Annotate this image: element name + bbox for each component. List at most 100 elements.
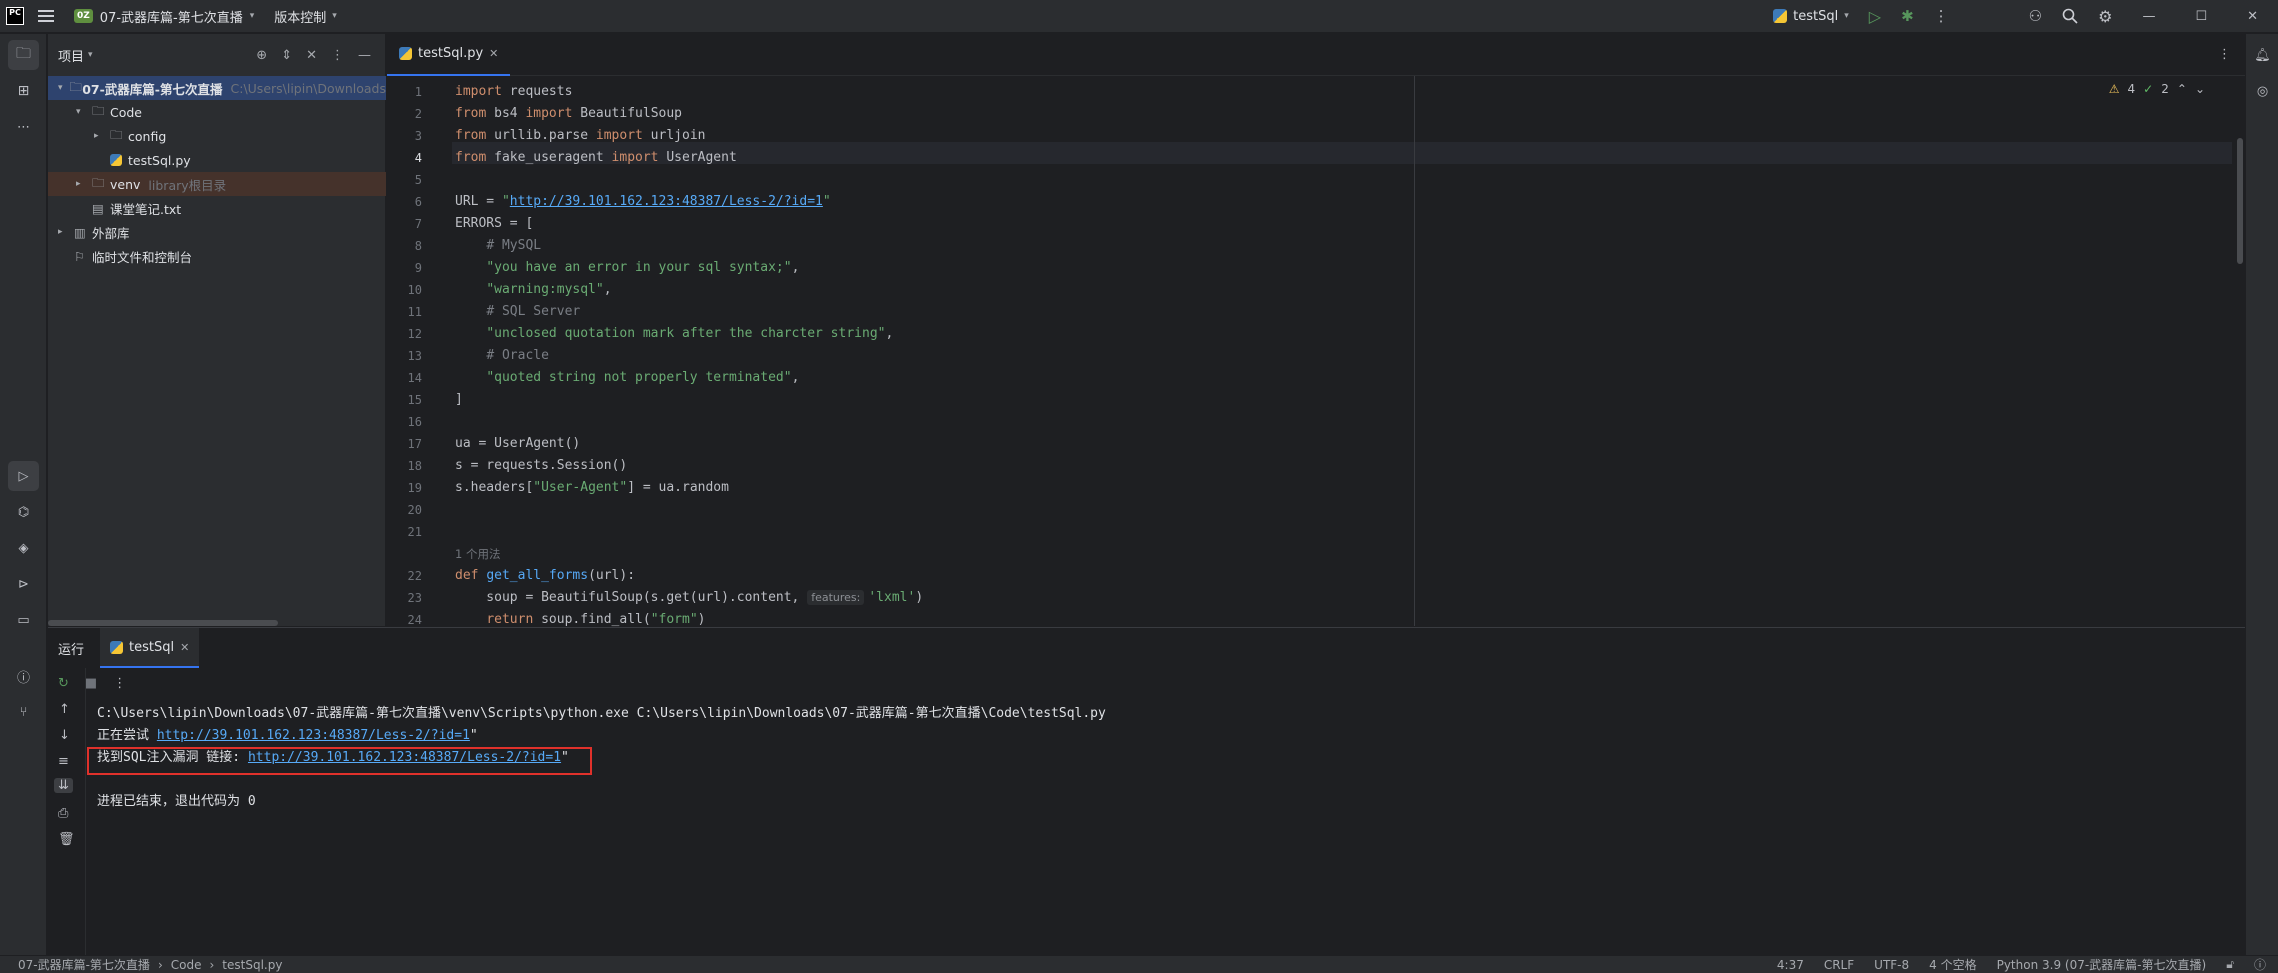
scroll-to-end-icon[interactable]: ⇊ [54,778,73,793]
notifications-button[interactable]: 🔔︎ [2247,40,2278,70]
lib-icon: ▥ [74,224,86,240]
close-tab-icon[interactable]: ✕ [180,641,189,654]
chevron-icon[interactable]: ▸ [94,131,110,141]
run-icon: ▷ [18,468,29,484]
locate-icon[interactable]: ⊕ [256,48,267,63]
ai-assistant-button[interactable]: ◎ [2247,76,2278,106]
usage-hint[interactable]: 1 个用法 [455,543,500,565]
more-tools-button[interactable]: ⋯ [8,112,39,142]
python-interpreter[interactable]: Python 3.9 (07-武器库篇-第七次直播) [1997,956,2207,973]
vcs-menu[interactable]: 版本控制 ▾ [264,0,347,33]
breadcrumb-separator-icon: › [209,957,215,972]
run-tab-testsql[interactable]: testSql ✕ [100,628,200,668]
breadcrumb-item[interactable]: testSql.py [222,958,282,972]
git-tool-button[interactable]: ⑂ [8,697,39,727]
horizontal-scrollbar[interactable] [48,620,278,626]
left-tool-strip: 🗀 ⊞ ⋯ ▷ ⌬ ◈ ⊳ ▭ ⓘ ⑂ [0,34,47,955]
console-link[interactable]: http://39.101.162.123:48387/Less-2/?id=1 [157,728,470,743]
tree-item[interactable]: ▸ ▥ 外部库 [48,220,386,244]
code-token: "warning:mysql" [486,282,604,297]
close-tab-icon[interactable]: ✕ [489,47,498,60]
search-button[interactable] [2052,0,2088,33]
more-actions-button[interactable]: ⋮ [1924,0,1959,33]
tree-item[interactable]: ▸ 🗀 config [48,124,386,148]
project-switcher[interactable]: 0Z 07-武器库篇-第七次直播 ▾ [64,0,264,33]
tree-item[interactable]: ▸ 🗀 venv library根目录 [48,172,386,196]
chevron-icon[interactable]: ▸ [76,179,92,189]
stop-icon[interactable]: ■ [85,676,97,691]
code-token: "you have an error in your sql syntax;" [486,260,792,275]
project-tool-button[interactable]: 🗀 [8,40,39,70]
indent-setting[interactable]: 4 个空格 [1929,956,1976,973]
chevron-icon[interactable]: ▸ [58,227,74,237]
problems-tool-button[interactable]: ⓘ [8,661,39,691]
caret-position[interactable]: 4:37 [1777,958,1804,972]
main-menu-button[interactable] [30,0,64,33]
line-number: 10 [407,283,422,297]
console-output[interactable]: C:\Users\lipin\Downloads\07-武器库篇-第七次直播\v… [97,703,2237,953]
app-logo[interactable]: PC [0,0,30,33]
tree-item[interactable]: ▾ 🗀 07-武器库篇-第七次直播 C:\Users\lipin\Downloads [48,76,386,100]
more-vertical-icon[interactable]: ⋮ [113,676,126,691]
expand-all-icon[interactable]: ⇕ [281,48,292,63]
code-token: ua = UserAgent() [455,436,581,451]
text-icon: ▤ [92,200,104,216]
code-token: , [885,326,894,341]
run-button[interactable]: ▷ [1859,0,1891,33]
run-tool-button[interactable]: ▷ [8,461,39,491]
code-token: , [791,370,800,385]
code-token: from [455,150,487,165]
more-vertical-icon[interactable]: ⋮ [331,48,344,63]
print-icon[interactable]: ⎙ [58,806,68,821]
file-encoding[interactable]: UTF-8 [1874,958,1909,972]
debug-button[interactable]: ✱ [1891,0,1924,33]
terminal-tool-button[interactable]: ▭ [8,605,39,635]
editor-tab-label: testSql.py [418,46,484,61]
tree-item-label: Code [110,104,143,120]
line-number: 7 [414,217,422,231]
line-number: 12 [407,327,422,341]
close-window-button[interactable]: ✕ [2227,0,2278,33]
tree-item[interactable]: ⚐ 临时文件和控制台 [48,244,386,268]
layers-tool-button[interactable]: ◈ [8,533,39,563]
tree-item[interactable]: ▾ 🗀 Code [48,100,386,124]
chevron-icon[interactable]: ▾ [76,107,92,117]
breadcrumb-item[interactable]: 07-武器库篇-第七次直播 [18,956,150,973]
run-panel-title: 运行 [58,642,85,658]
add-user-button[interactable]: ⚇ [2019,0,2052,33]
line-number: 14 [407,371,422,385]
trash-icon[interactable]: 🗑︎ [58,832,75,847]
soft-wrap-icon[interactable]: ≡ [58,754,69,769]
event-log-icon[interactable]: ⓘ [2254,956,2266,973]
python-file-icon [399,47,412,60]
run-config-selector[interactable]: testSql ▾ [1763,0,1859,33]
console-suffix: " [469,728,478,743]
maximize-button[interactable]: ☐ [2175,0,2227,33]
folder-icon: 🗀 [69,78,82,94]
editor-tab-testsql[interactable]: testSql.py ✕ [387,34,511,76]
vertical-scrollbar[interactable] [2237,138,2243,264]
project-panel-title[interactable]: 项目 [58,46,84,65]
tree-item[interactable]: ▤ 课堂笔记.txt [48,196,386,220]
scroll-down-icon[interactable]: ↓ [59,728,70,743]
settings-button[interactable]: ⚙ [2088,0,2122,33]
spiral-icon: ◎ [2256,83,2269,99]
services-tool-button[interactable]: ⊳ [8,569,39,599]
hide-panel-icon[interactable]: — [358,48,371,63]
collapse-all-icon[interactable]: ✕ [306,48,317,63]
editor-more-icon[interactable]: ⋮ [2218,47,2231,62]
line-separator[interactable]: CRLF [1824,958,1854,972]
chevron-down-icon: ▾ [332,11,337,21]
structure-tool-button[interactable]: ⊞ [8,76,39,106]
python-packages-button[interactable]: ⌬ [8,497,39,527]
code-token: import [611,150,659,165]
code-token: import [455,84,502,99]
tree-item[interactable]: testSql.py [48,148,386,172]
console-prefix: 正在尝试 [97,728,157,743]
breadcrumb-item[interactable]: Code [171,958,202,972]
read-only-toggle-icon[interactable]: 🔓︎ [2226,957,2234,972]
scroll-up-icon[interactable]: ↑ [59,702,70,717]
code-area[interactable]: 1 个用法 import requests from bs4 import Beau… [455,76,2235,627]
chevron-icon[interactable]: ▾ [58,83,69,93]
minimize-button[interactable]: — [2122,0,2175,33]
